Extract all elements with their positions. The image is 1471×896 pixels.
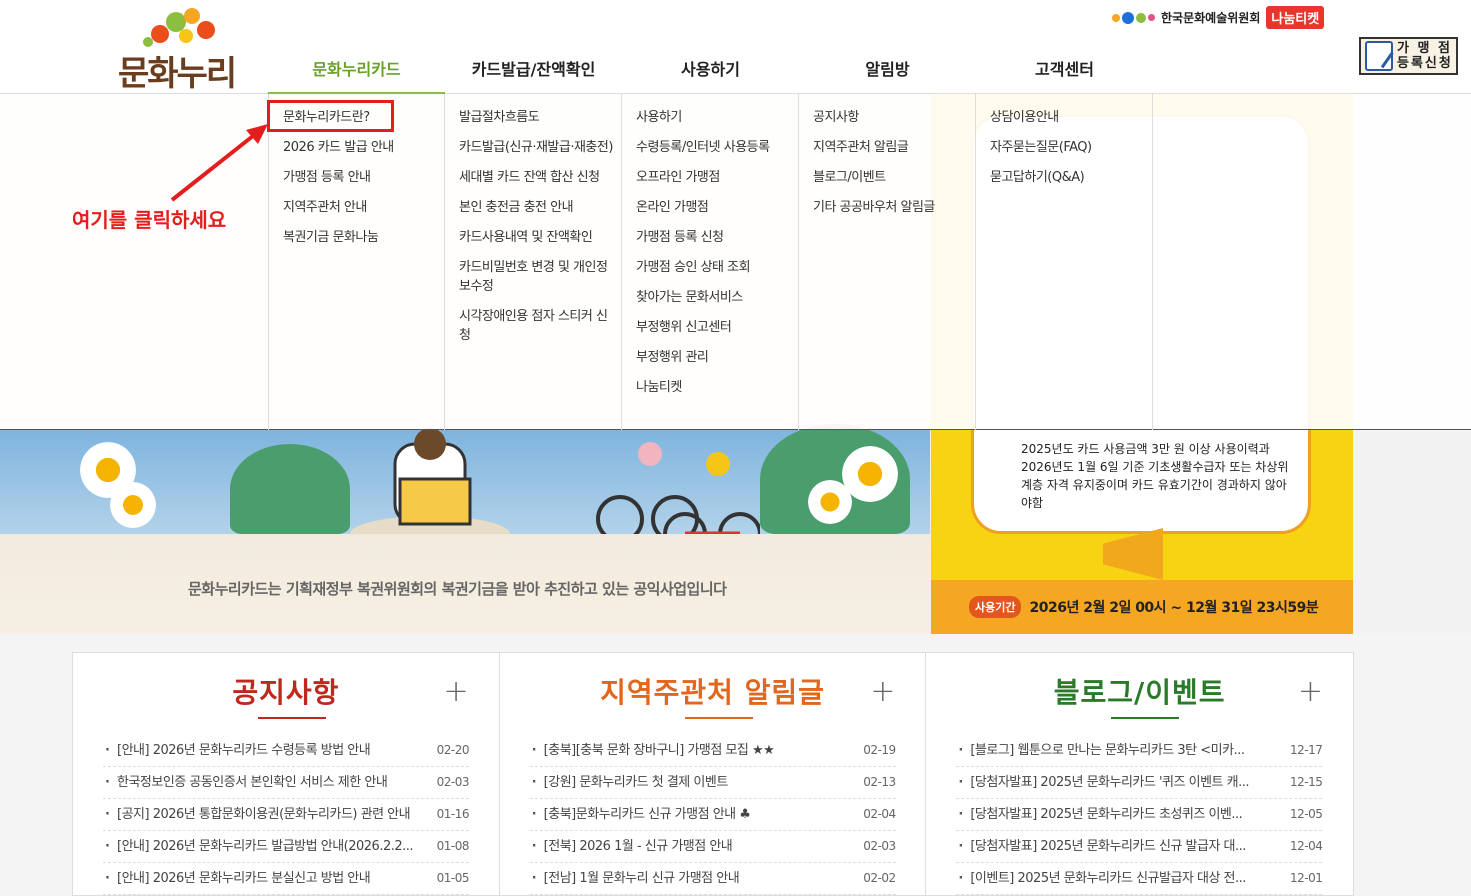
list-item[interactable]: [안내] 2026년 문화누리카드 수령등록 방법 안내02-20	[103, 735, 470, 767]
board-underline	[684, 717, 753, 719]
flower-shape	[110, 482, 156, 528]
store-register-label: 가 맹 점 등록신청	[1397, 41, 1453, 71]
menu-item[interactable]: 공지사항	[799, 108, 975, 127]
menu-item[interactable]: 묻고답하기(Q&A)	[976, 168, 1152, 187]
board-section: 공지사항 + [안내] 2026년 문화누리카드 수령등록 방법 안내02-20…	[72, 652, 1354, 896]
menu-col-usage: 사용하기 수령등록/인터넷 사용등록 오프라인 가맹점 온라인 가맹점 가맹점 …	[622, 94, 799, 430]
board-blog: 블로그/이벤트 + [블로그] 웹툰으로 만나는 문화누리카드 3탄 <미카..…	[926, 653, 1353, 896]
logo-flowers-icon	[143, 8, 215, 47]
period-tag: 사용기간	[969, 596, 1022, 618]
nav-notice-room[interactable]: 알림방	[799, 48, 976, 94]
menu-item[interactable]: 찾아가는 문화서비스	[622, 288, 798, 307]
pen-icon	[1365, 41, 1393, 71]
megaphone-icon	[1103, 528, 1163, 580]
menu-item[interactable]: 가맹점 등록 신청	[622, 228, 798, 247]
menu-item[interactable]: 블로그/이벤트	[799, 168, 975, 187]
callout-text: 여기를 클릭하세요	[72, 208, 227, 232]
list-item[interactable]: [강원] 문화누리카드 첫 결제 이벤트02-13	[529, 767, 896, 799]
menu-item[interactable]: 자주묻는질문(FAQ)	[976, 138, 1152, 157]
plus-icon[interactable]: +	[870, 677, 895, 707]
menu-item[interactable]: 부정행위 관리	[622, 348, 798, 367]
site-header: 문화누리 문화누리카드 카드발급/잔액확인 사용하기 알림방 고객센터 한국문화…	[0, 0, 1471, 95]
list-item[interactable]: [전북] 2026 1월 - 신규 가맹점 안내02-03	[529, 831, 896, 863]
nav-usage[interactable]: 사용하기	[622, 48, 799, 94]
global-nav: 문화누리카드 카드발급/잔액확인 사용하기 알림방 고객센터	[268, 48, 1168, 95]
board-list: [블로그] 웹툰으로 만나는 문화누리카드 3탄 <미카...12-17 [당첨…	[956, 735, 1323, 895]
list-item[interactable]: [이벤트] 2025년 문화누리카드 신규발급자 대상 전...12-01	[956, 863, 1323, 895]
board-underline	[1111, 717, 1180, 719]
board-notice: 공지사항 + [안내] 2026년 문화누리카드 수령등록 방법 안내02-20…	[73, 653, 500, 896]
list-item[interactable]: [당첨자발표] 2025년 문화누리카드 신규 발급자 대...12-04	[956, 831, 1323, 863]
notice-text: 2025년도 카드 사용금액 3만 원 이상 사용이력과 2026년도 1월 6…	[1021, 442, 1289, 510]
menu-item[interactable]: 2026 카드 발급 안내	[269, 138, 444, 157]
menu-item[interactable]: 복권기금 문화나눔	[269, 228, 444, 247]
page: 문화누리카드는 기획재정부 복권위원회의 복권기금을 받아 추진하고 있는 공익…	[0, 0, 1471, 896]
site-logo[interactable]: 문화누리	[118, 8, 240, 94]
nav-culture-card[interactable]: 문화누리카드	[268, 48, 445, 95]
list-item[interactable]: [안내] 2026년 문화누리카드 발급방법 안내(2026.2.2...01-…	[103, 831, 470, 863]
menu-col-culture-card: 문화누리카드란? 2026 카드 발급 안내 가맹점 등록 안내 지역주관처 안…	[268, 94, 445, 430]
menu-item[interactable]: 세대별 카드 잔액 합산 신청	[445, 168, 621, 187]
menu-item[interactable]: 사용하기	[622, 108, 798, 127]
nanum-ticket-link[interactable]: 나눔티켓	[1266, 6, 1325, 29]
flower-shape	[808, 480, 852, 524]
board-underline	[258, 717, 326, 719]
list-item[interactable]: [당첨자발표] 2025년 문화누리카드 '퀴즈 이벤트 캐...12-15	[956, 767, 1323, 799]
org-name[interactable]: 한국문화예술위원회	[1161, 9, 1260, 26]
period-text: 2026년 2월 2일 00시 ~ 12월 31일 23시59분	[1029, 600, 1319, 616]
list-item[interactable]: [전남] 1월 문화누리 신규 가맹점 안내02-02	[529, 863, 896, 895]
menu-item[interactable]: 카드사용내역 및 잔액확인	[445, 228, 621, 247]
menu-col-notice: 공지사항 지역주관처 알림글 블로그/이벤트 기타 공공바우처 알림글	[799, 94, 976, 430]
menu-item[interactable]: 온라인 가맹점	[622, 198, 798, 217]
board-title[interactable]: 블로그/이벤트	[926, 671, 1353, 711]
board-regional: 지역주관처 알림글 + [충북][충북 문화 장바구니] 가맹점 모집 ★★02…	[500, 653, 927, 896]
list-item[interactable]: [공지] 2026년 통합문화이용권(문화누리카드) 관련 안내01-16	[103, 799, 470, 831]
menu-item[interactable]: 나눔티켓	[622, 378, 798, 397]
arko-logo-icon[interactable]	[1112, 11, 1155, 24]
menu-item[interactable]: 기타 공공바우처 알림글	[799, 198, 975, 217]
menu-item[interactable]: 부정행위 신고센터	[622, 318, 798, 337]
banner-caption: 문화누리카드는 기획재정부 복권위원회의 복권기금을 받아 추진하고 있는 공익…	[188, 580, 727, 598]
menu-item[interactable]: 시각장애인용 점자 스티커 신청	[445, 307, 621, 345]
nav-customer-center[interactable]: 고객센터	[976, 48, 1153, 94]
list-item[interactable]: [충북][충북 문화 장바구니] 가맹점 모집 ★★02-19	[529, 735, 896, 767]
menu-item[interactable]: 카드비밀번호 변경 및 개인정보수정	[445, 258, 621, 296]
plus-icon[interactable]: +	[444, 677, 469, 707]
menu-item[interactable]: 발급절차흐름도	[445, 108, 621, 127]
board-title[interactable]: 공지사항	[73, 671, 499, 711]
menu-item[interactable]: 오프라인 가맹점	[622, 168, 798, 187]
menu-item[interactable]: 카드발급(신규·재발급·재충전)	[445, 138, 621, 157]
list-item[interactable]: [당첨자발표] 2025년 문화누리카드 초성퀴즈 이벤...12-05	[956, 799, 1323, 831]
logo-text: 문화누리	[118, 54, 237, 94]
usage-period: 사용기간 2026년 2월 2일 00시 ~ 12월 31일 23시59분	[931, 580, 1353, 634]
org-links: 한국문화예술위원회 나눔티켓	[1112, 6, 1325, 29]
bush-shape	[230, 444, 350, 534]
board-list: [안내] 2026년 문화누리카드 수령등록 방법 안내02-20 한국정보인증…	[103, 735, 470, 895]
list-item[interactable]: [충북]문화누리카드 신규 가맹점 안내 ♣02-04	[529, 799, 896, 831]
list-item[interactable]: [안내] 2026년 문화누리카드 분실신고 방법 안내01-05	[103, 863, 470, 895]
store-register-button[interactable]: 가 맹 점 등록신청	[1359, 37, 1458, 75]
menu-col-card-issue: 발급절차흐름도 카드발급(신규·재발급·재충전) 세대별 카드 잔액 합산 신청…	[445, 94, 622, 430]
list-item[interactable]: 한국정보인증 공동인증서 본인확인 서비스 제한 안내02-03	[103, 767, 470, 799]
list-item[interactable]: [블로그] 웹툰으로 만나는 문화누리카드 3탄 <미카...12-17	[956, 735, 1323, 767]
menu-item[interactable]: 지역주관처 안내	[269, 198, 444, 217]
plus-icon[interactable]: +	[1298, 677, 1323, 707]
board-list: [충북][충북 문화 장바구니] 가맹점 모집 ★★02-19 [강원] 문화누…	[529, 735, 896, 895]
nav-card-issue[interactable]: 카드발급/잔액확인	[445, 48, 622, 94]
menu-item[interactable]: 상담이용안내	[976, 108, 1152, 127]
menu-item[interactable]: 가맹점 승인 상태 조회	[622, 258, 798, 277]
highlight-box	[267, 100, 394, 132]
menu-item[interactable]: 가맹점 등록 안내	[269, 168, 444, 187]
pointer-arrow-icon	[170, 124, 268, 202]
menu-item[interactable]: 수령등록/인터넷 사용등록	[622, 138, 798, 157]
board-title[interactable]: 지역주관처 알림글	[500, 671, 926, 711]
menu-item[interactable]: 본인 충전금 충전 안내	[445, 198, 621, 217]
menu-col-customer: 상담이용안내 자주묻는질문(FAQ) 묻고답하기(Q&A)	[976, 94, 1153, 430]
menu-item[interactable]: 지역주관처 알림글	[799, 138, 975, 157]
